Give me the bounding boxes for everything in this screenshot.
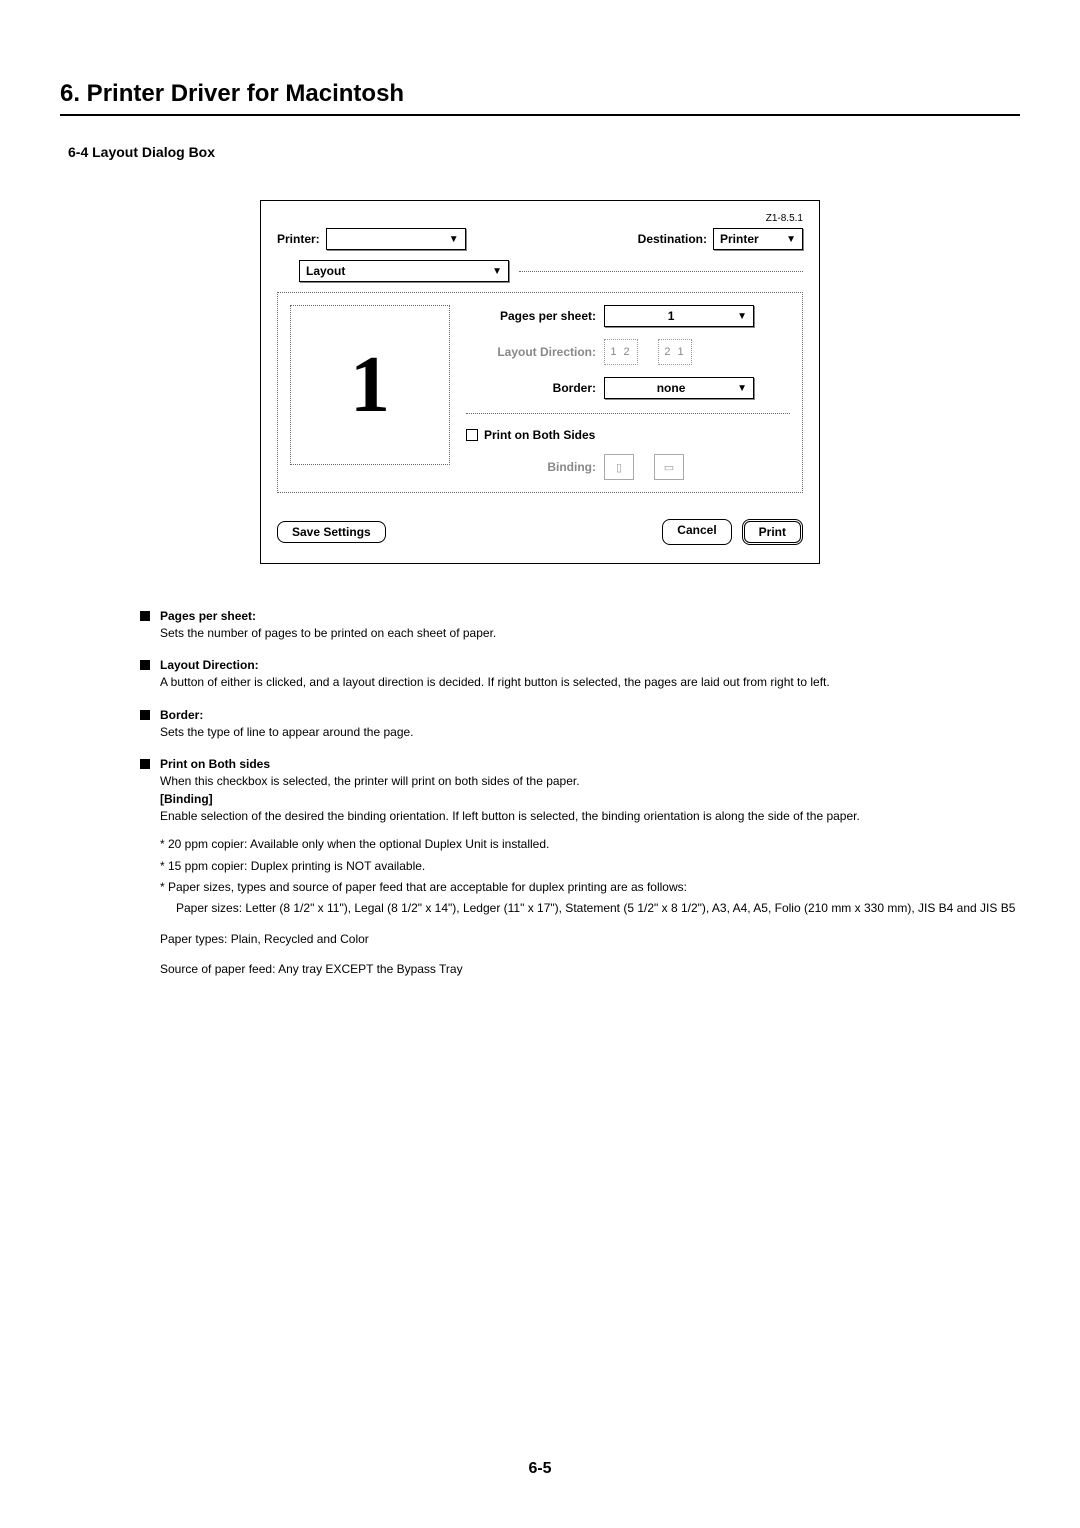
printer-select[interactable]: ▼ — [326, 228, 466, 250]
bullet-icon — [140, 759, 150, 769]
preview-number: 1 — [350, 340, 390, 431]
chevron-down-icon: ▼ — [737, 383, 747, 394]
desc-title: Pages per sheet: — [160, 609, 256, 623]
desc-title: Border: — [160, 708, 203, 722]
chevron-down-icon: ▼ — [449, 234, 459, 245]
notes: * 20 ppm copier: Available only when the… — [160, 835, 1020, 918]
desc-body: Sets the number of pages to be printed o… — [160, 625, 1020, 642]
border-value: none — [611, 381, 731, 395]
border-label: Border: — [466, 381, 596, 395]
note-paper-sizes: Paper sizes: Letter (8 1/2" x 11"), Lega… — [176, 899, 1020, 918]
chevron-down-icon: ▼ — [737, 311, 747, 322]
panel-select[interactable]: Layout ▼ — [299, 260, 509, 282]
note-line: * 20 ppm copier: Available only when the… — [160, 835, 1020, 854]
note-paper-source: Source of paper feed: Any tray EXCEPT th… — [160, 960, 1020, 978]
bullet-icon — [140, 611, 150, 621]
desc-title: Print on Both sides — [160, 757, 270, 771]
note-line: * Paper sizes, types and source of paper… — [160, 878, 1020, 897]
print-both-sides-checkbox[interactable] — [466, 429, 478, 441]
pages-per-sheet-label: Pages per sheet: — [466, 309, 596, 323]
panel-body: 1 Pages per sheet: 1 ▼ Layout Direction:… — [277, 292, 803, 493]
bullet-icon — [140, 710, 150, 720]
binding-top-icon[interactable]: ▭ — [654, 454, 684, 480]
desc-body: Sets the type of line to appear around t… — [160, 724, 1020, 741]
page-number: 6-5 — [0, 1460, 1080, 1478]
printer-label: Printer: — [277, 232, 320, 246]
bullet-icon — [140, 660, 150, 670]
layout-preview: 1 — [290, 305, 450, 465]
desc-body: When this checkbox is selected, the prin… — [160, 773, 1020, 790]
print-both-sides-label: Print on Both Sides — [484, 428, 595, 442]
layout-direction-label: Layout Direction: — [466, 345, 596, 359]
layout-dialog: Z1-8.5.1 Printer: ▼ Destination: Printer… — [260, 200, 820, 564]
note-line: * 15 ppm copier: Duplex printing is NOT … — [160, 857, 1020, 876]
destination-value: Printer — [720, 232, 759, 246]
desc-sub-title: [Binding] — [160, 791, 1020, 808]
print-button[interactable]: Print — [742, 519, 803, 545]
pages-per-sheet-select[interactable]: 1 ▼ — [604, 305, 754, 327]
destination-select[interactable]: Printer ▼ — [713, 228, 803, 250]
layout-direction-right-to-left[interactable]: 2 1 — [658, 339, 692, 365]
desc-title: Layout Direction: — [160, 658, 259, 672]
chevron-down-icon: ▼ — [786, 234, 796, 245]
cancel-button[interactable]: Cancel — [662, 519, 731, 545]
pages-per-sheet-value: 1 — [611, 309, 731, 323]
note-paper-types: Paper types: Plain, Recycled and Color — [160, 930, 1020, 948]
chapter-title: 6. Printer Driver for Macintosh — [60, 80, 1020, 116]
section-title: 6-4 Layout Dialog Box — [68, 144, 1020, 160]
chevron-down-icon: ▼ — [492, 266, 502, 277]
panel-value: Layout — [306, 264, 345, 278]
dialog-version: Z1-8.5.1 — [766, 213, 803, 224]
destination-label: Destination: — [638, 232, 707, 246]
save-settings-button[interactable]: Save Settings — [277, 521, 386, 543]
border-select[interactable]: none ▼ — [604, 377, 754, 399]
desc-sub-body: Enable selection of the desired the bind… — [160, 808, 1020, 825]
layout-direction-left-to-right[interactable]: 1 2 — [604, 339, 638, 365]
desc-body: A button of either is clicked, and a lay… — [160, 674, 1020, 691]
binding-label: Binding: — [466, 460, 596, 474]
notes-extra: Paper types: Plain, Recycled and Color S… — [160, 930, 1020, 978]
binding-side-icon[interactable]: ▯ — [604, 454, 634, 480]
